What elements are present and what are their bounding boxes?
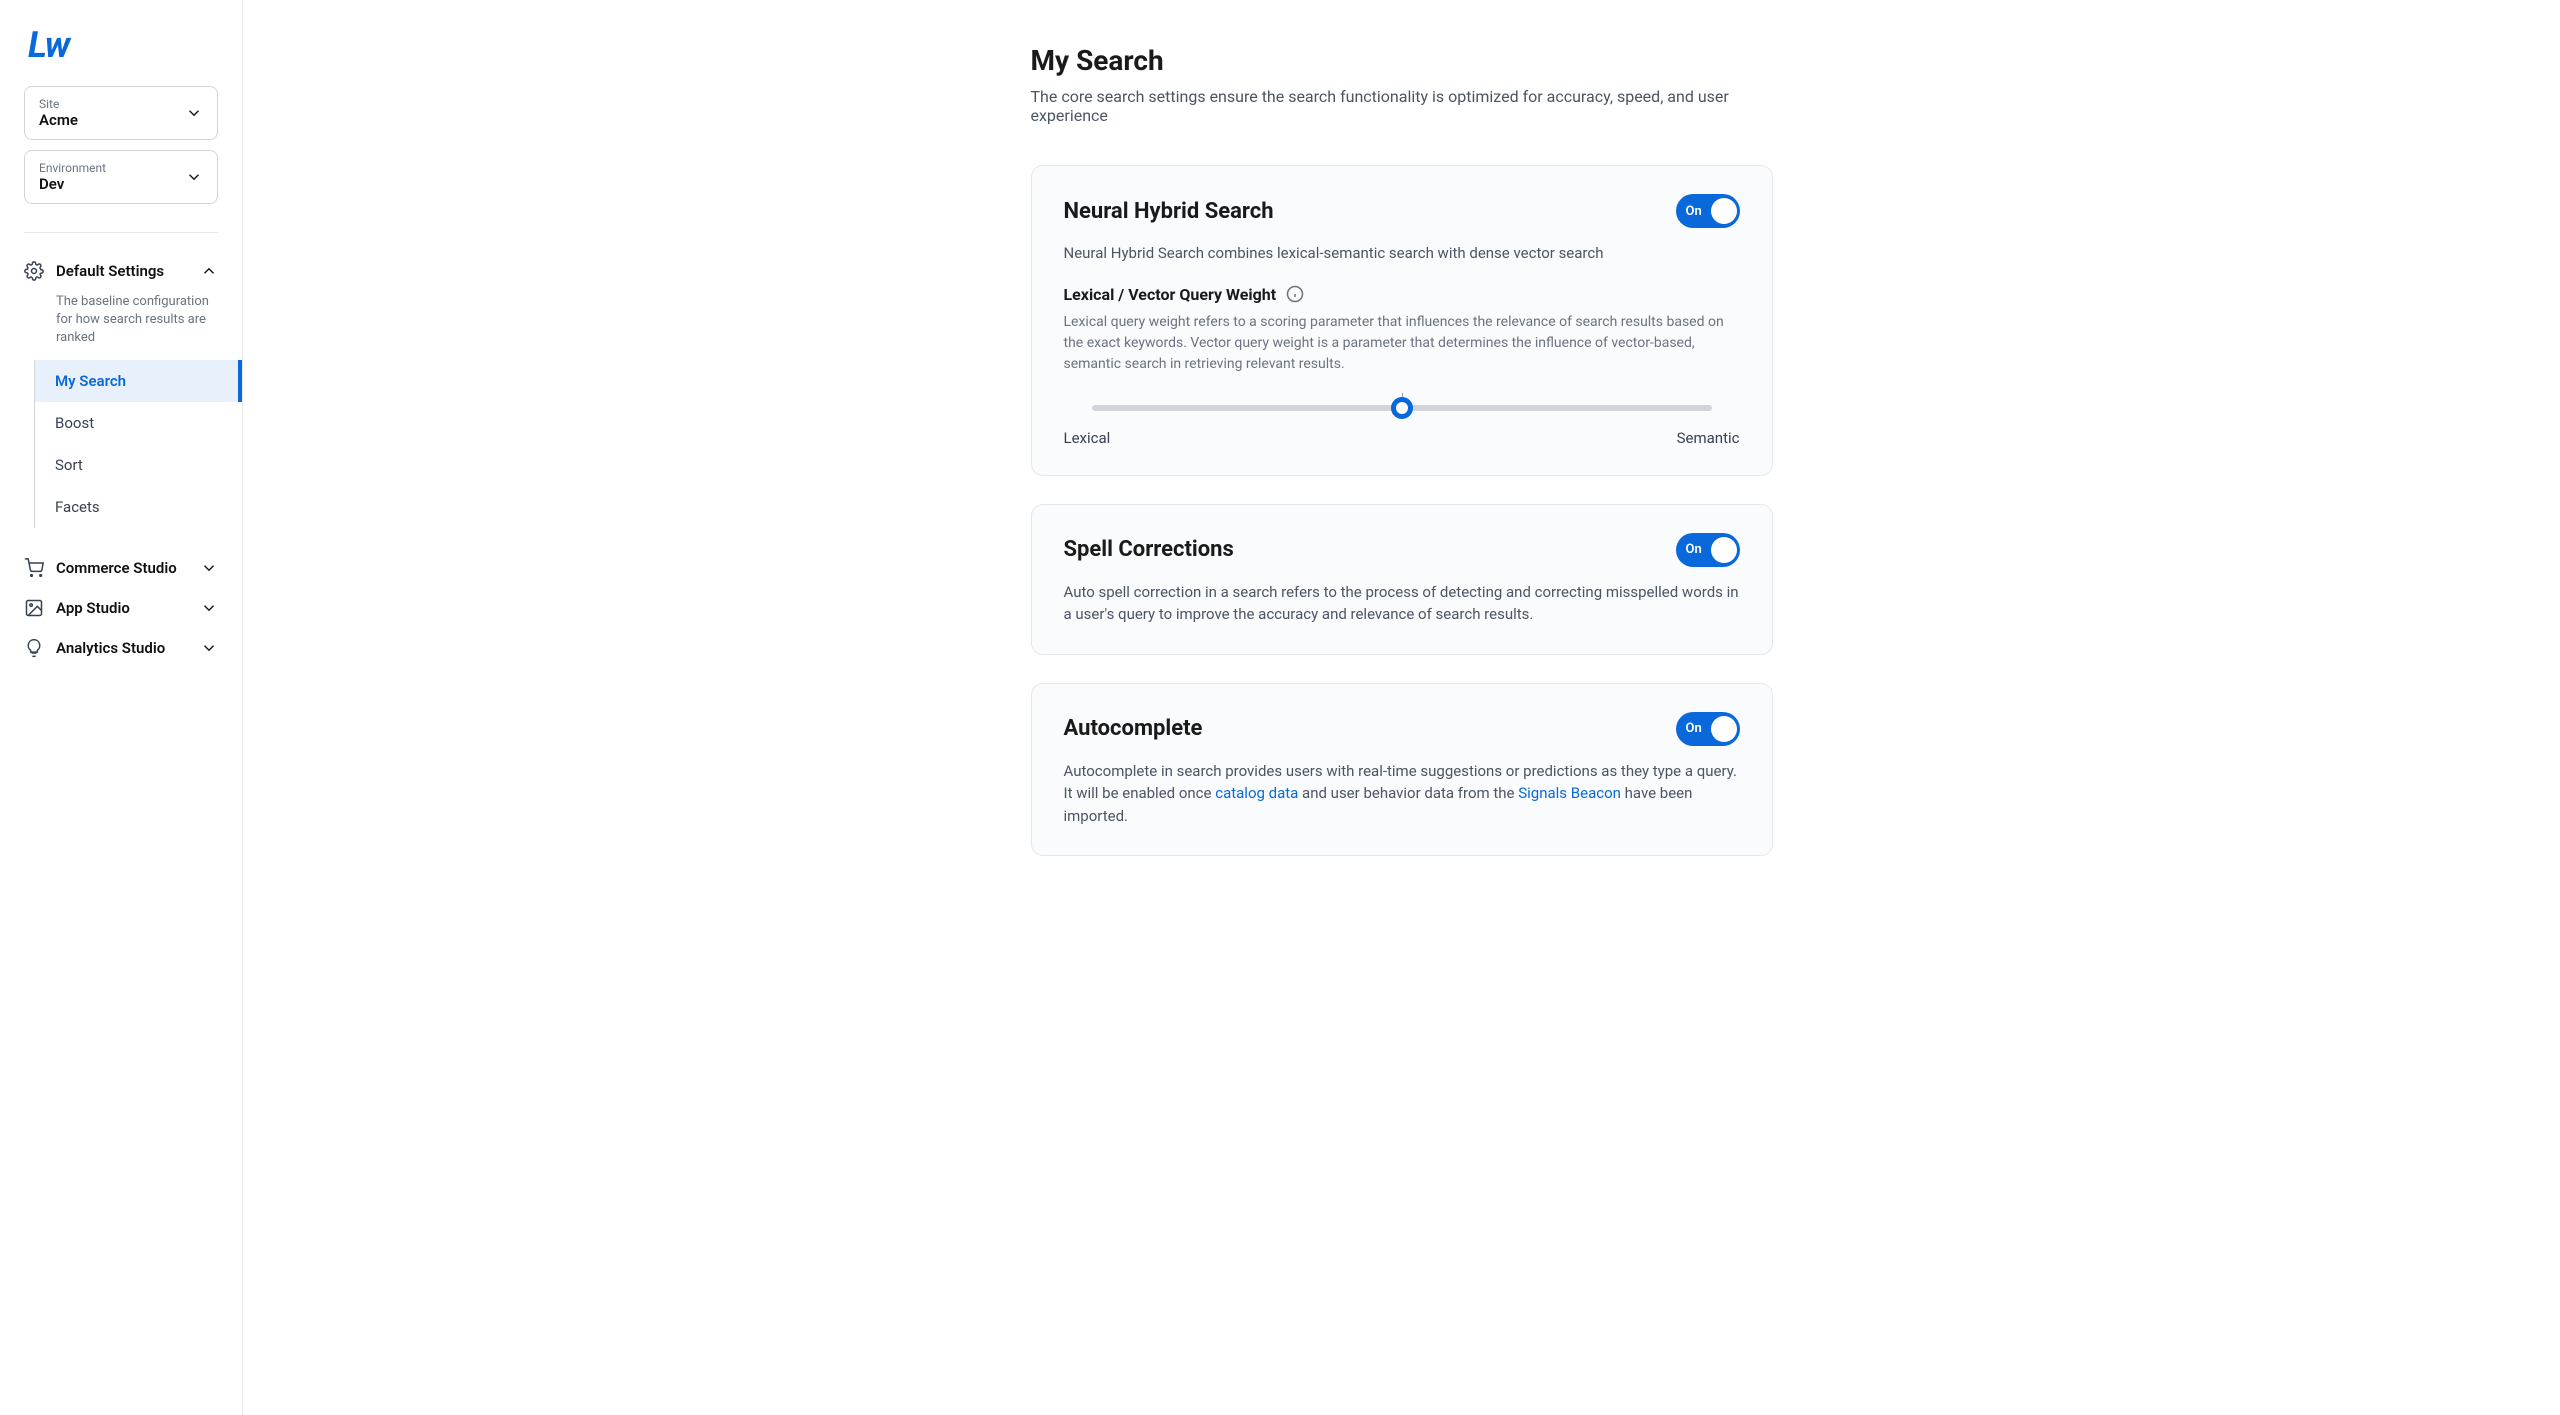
nav-app-studio-label: App Studio — [56, 599, 188, 617]
sidebar: Lw Site Acme Environment Dev Default Set… — [0, 0, 243, 1415]
subnav-my-search[interactable]: My Search — [35, 360, 242, 402]
env-label: Environment — [39, 161, 106, 175]
divider — [24, 232, 218, 233]
slider-left-label: Lexical — [1064, 429, 1111, 447]
logo: Lw — [0, 24, 242, 86]
autocomplete-toggle[interactable]: On — [1676, 712, 1740, 746]
chevron-down-icon — [200, 599, 218, 617]
nav-default-settings-label: Default Settings — [56, 262, 188, 280]
toggle-knob — [1711, 198, 1737, 224]
page-subtitle: The core search settings ensure the sear… — [1031, 87, 1773, 125]
main: My Search The core search settings ensur… — [243, 0, 2560, 1415]
weight-desc: Lexical query weight refers to a scoring… — [1064, 312, 1740, 375]
chevron-up-icon — [200, 262, 218, 280]
neural-toggle[interactable]: On — [1676, 194, 1740, 228]
catalog-data-link[interactable]: catalog data — [1215, 784, 1298, 802]
card-spell: Spell Corrections On Auto spell correcti… — [1031, 504, 1773, 655]
chevron-down-icon — [200, 639, 218, 657]
autocomplete-desc-mid: and user behavior data from the — [1298, 784, 1518, 802]
autocomplete-title: Autocomplete — [1064, 716, 1203, 741]
chevron-down-icon — [185, 104, 203, 122]
signals-beacon-link[interactable]: Signals Beacon — [1518, 784, 1621, 802]
nav-analytics-studio-label: Analytics Studio — [56, 639, 188, 657]
nav-commerce-studio-label: Commerce Studio — [56, 559, 188, 577]
bulb-icon — [24, 638, 44, 658]
autocomplete-toggle-label: On — [1686, 721, 1702, 736]
card-neural-hybrid: Neural Hybrid Search On Neural Hybrid Se… — [1031, 165, 1773, 476]
environment-selector[interactable]: Environment Dev — [24, 150, 218, 204]
env-value: Dev — [39, 175, 106, 193]
spell-title: Spell Corrections — [1064, 537, 1234, 562]
nav-default-settings[interactable]: Default Settings — [0, 251, 242, 291]
subnav-facets[interactable]: Facets — [35, 486, 242, 528]
logo-text: Lw — [28, 24, 69, 66]
subnav-boost[interactable]: Boost — [35, 402, 242, 444]
site-label: Site — [39, 97, 78, 111]
nav-app-studio[interactable]: App Studio — [0, 588, 242, 628]
neural-title: Neural Hybrid Search — [1064, 199, 1274, 224]
card-autocomplete: Autocomplete On Autocomplete in search p… — [1031, 683, 1773, 857]
autocomplete-desc: Autocomplete in search provides users wi… — [1064, 760, 1740, 828]
toggle-knob — [1711, 716, 1737, 742]
nav-default-settings-desc: The baseline configuration for how searc… — [0, 291, 242, 360]
chevron-down-icon — [200, 559, 218, 577]
subnav-default-settings: My Search Boost Sort Facets — [34, 360, 242, 528]
site-value: Acme — [39, 111, 78, 129]
image-icon — [24, 598, 44, 618]
site-selector[interactable]: Site Acme — [24, 86, 218, 140]
slider-right-label: Semantic — [1677, 429, 1740, 447]
cart-icon — [24, 558, 44, 578]
slider-track — [1092, 405, 1712, 411]
chevron-down-icon — [185, 168, 203, 186]
spell-desc: Auto spell correction in a search refers… — [1064, 581, 1740, 626]
info-icon[interactable] — [1286, 285, 1304, 303]
page-title: My Search — [1031, 44, 1773, 77]
nav-analytics-studio[interactable]: Analytics Studio — [0, 628, 242, 668]
spell-toggle-label: On — [1686, 542, 1702, 557]
slider-thumb[interactable] — [1391, 397, 1413, 419]
toggle-knob — [1711, 537, 1737, 563]
weight-title: Lexical / Vector Query Weight — [1064, 285, 1277, 304]
gear-icon — [24, 261, 44, 281]
neural-toggle-label: On — [1686, 204, 1702, 219]
spell-toggle[interactable]: On — [1676, 533, 1740, 567]
neural-desc: Neural Hybrid Search combines lexical-se… — [1064, 242, 1740, 265]
subnav-sort[interactable]: Sort — [35, 444, 242, 486]
nav-commerce-studio[interactable]: Commerce Studio — [0, 548, 242, 588]
weight-slider[interactable] — [1064, 405, 1740, 411]
